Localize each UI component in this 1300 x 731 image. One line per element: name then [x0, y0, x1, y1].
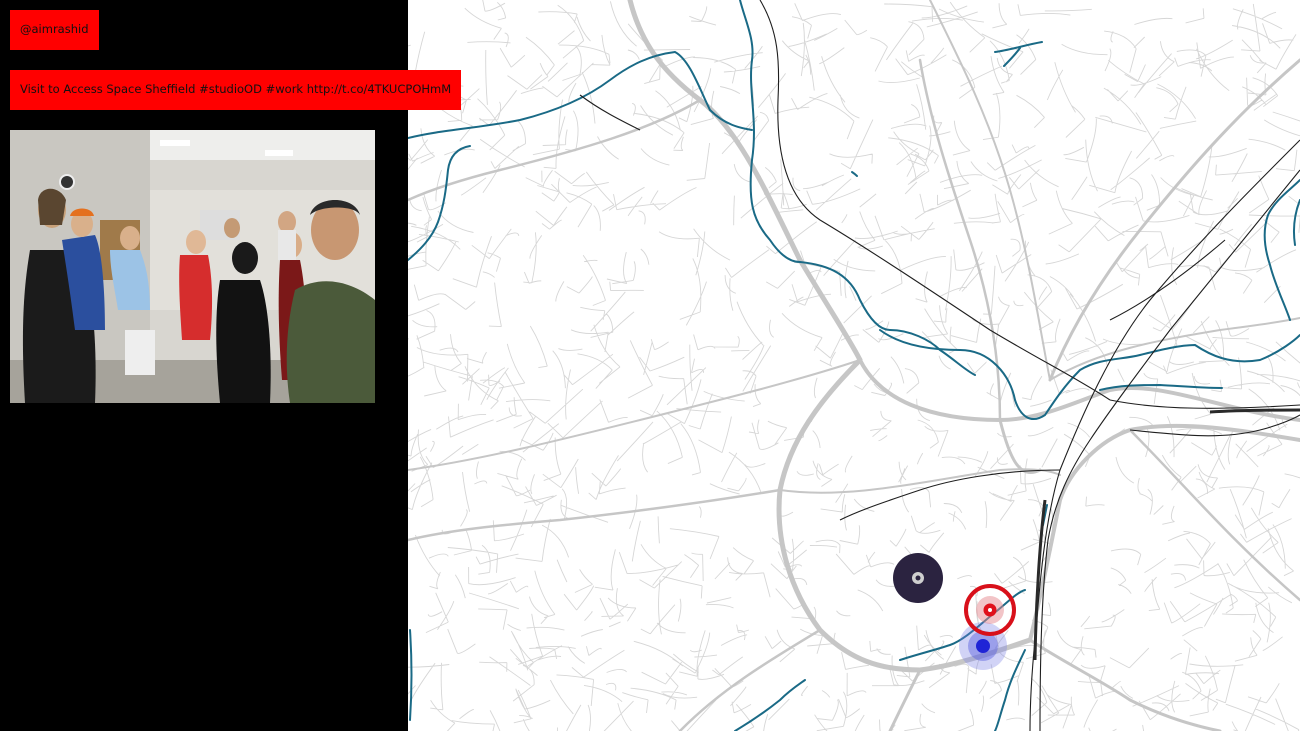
major-roads — [408, 0, 1300, 731]
dark-marker[interactable] — [893, 553, 943, 603]
blue-marker[interactable] — [959, 622, 1007, 670]
street-map[interactable] — [408, 0, 1300, 731]
twitter-handle-label[interactable]: @aimrashid — [10, 10, 99, 50]
photo-illustration — [10, 130, 375, 403]
twitter-handle-text: @aimrashid — [20, 22, 89, 36]
tweet-text-label[interactable]: Visit to Access Space Sheffield #studioO… — [10, 70, 462, 110]
map-canvas — [408, 0, 1300, 731]
location-markers — [893, 553, 1016, 670]
tweet-photo — [10, 130, 375, 403]
tweet-text: Visit to Access Space Sheffield #studioO… — [20, 82, 452, 96]
